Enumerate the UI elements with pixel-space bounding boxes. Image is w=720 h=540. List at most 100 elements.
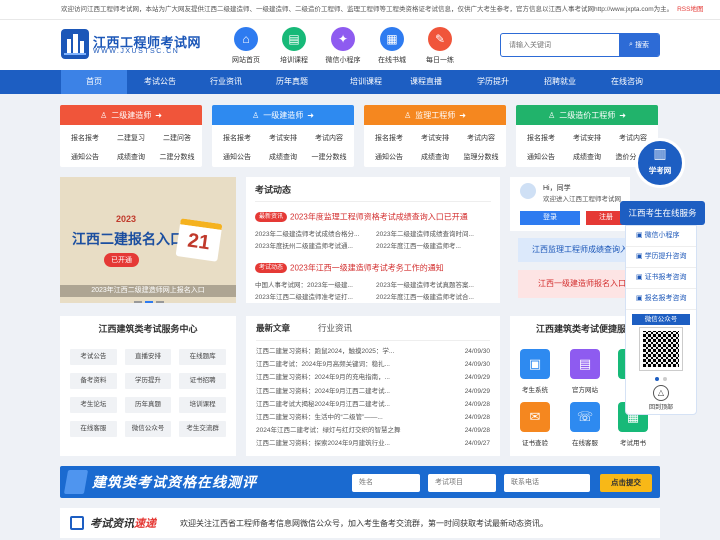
category-link[interactable]: 监理分数线 (458, 148, 504, 167)
service-item[interactable]: 在线题库 (179, 349, 226, 365)
qr-carousel-dots[interactable] (626, 375, 696, 381)
category-header[interactable]: ♙ 二级造价工程师 ➜ (516, 105, 658, 125)
arrow-right-icon: ➜ (155, 110, 162, 120)
article-row[interactable]: 江西二建考试大揭秘2024年9月江西二建考试... 24/09/28 (256, 398, 490, 411)
article-row[interactable]: 江西二建复习资料：2024年9月江西二建考试... 24/09/29 (256, 385, 490, 398)
service-item[interactable]: 在线客服 (70, 421, 117, 437)
category-link[interactable]: 二建分数线 (154, 148, 200, 167)
service-item[interactable]: 考试公告 (70, 349, 117, 365)
nav-training[interactable]: 培训课程 (333, 70, 399, 94)
login-button[interactable]: 登录 (520, 211, 580, 225)
back-to-top-button[interactable]: △ 回到顶部 (626, 385, 696, 411)
article-row[interactable]: 江西二建复习资料：跑鼠2024，触摸2025：学... 24/09/30 (256, 345, 490, 358)
quick-course[interactable]: ▤ 培训课程 (275, 27, 313, 65)
site-logo[interactable]: 江西工程师考试网 WWW.JXUSTSC.CN (61, 29, 201, 61)
category-link[interactable]: 考试安排 (260, 129, 306, 148)
promo-first-constructor-signup[interactable]: 江西一级建造师报名入口 (518, 270, 630, 298)
service-item[interactable]: 备考资料 (70, 373, 117, 389)
name-field[interactable]: 姓名 (352, 474, 420, 492)
category-link[interactable]: 报名报考 (214, 129, 260, 148)
tool-official-site[interactable]: ▤ 官方网站 (570, 349, 600, 394)
category-link[interactable]: 成绩查询 (412, 148, 458, 167)
service-item[interactable]: 直播安排 (124, 349, 172, 365)
news-link[interactable]: 2023年一级建造师考试真题答案... (376, 280, 491, 292)
category-link[interactable]: 报名报考 (366, 129, 412, 148)
tool-student-system[interactable]: ▣ 考生系统 (520, 349, 550, 394)
category-link[interactable]: 二建复习 (108, 129, 154, 148)
category-link[interactable]: 考试安排 (564, 129, 610, 148)
news-headline-row[interactable]: 考试动态 2023年江西一级建造师考试考务工作的通知 (255, 259, 491, 277)
tab-industry-news[interactable]: 行业资讯 (318, 322, 352, 334)
category-link[interactable]: 考试内容 (306, 129, 352, 148)
search-button[interactable]: ⌕ 搜索 (619, 34, 659, 56)
banner-slide[interactable]: 2023 江西二建报名入口 已开通 21 2023年江西二级建造师网上报名入口 (60, 177, 236, 303)
category-link[interactable]: 报名报考 (62, 129, 108, 148)
float-link[interactable]: ▣ 学历提升咨询 (626, 247, 696, 268)
category-link[interactable]: 通知公告 (518, 148, 564, 167)
article-row[interactable]: 江西二建复习资料：生活中的“二级管”——... 24/09/28 (256, 411, 490, 424)
quick-home[interactable]: ⌂ 网站首页 (227, 27, 265, 65)
category-link[interactable]: 成绩查询 (108, 148, 154, 167)
news-link[interactable]: 2023年二级建造师考试成绩合格分... (255, 229, 370, 241)
service-item[interactable]: 证书招聘 (179, 373, 226, 389)
news-headline[interactable]: 2023年江西一级建造师考试考务工作的通知 (290, 263, 444, 272)
category-link[interactable]: 成绩查询 (564, 148, 610, 167)
rss-link[interactable]: RSS地图 (677, 6, 703, 13)
submit-button[interactable]: 点击提交 (600, 474, 652, 492)
float-link[interactable]: ▣ 证书报考咨询 (626, 268, 696, 289)
nav-education[interactable]: 学历提升 (460, 70, 526, 94)
brand-badge[interactable]: ▥ 学考网 (635, 138, 685, 188)
nav-consult[interactable]: 在线咨询 (594, 70, 660, 94)
category-link[interactable]: 成绩查询 (260, 148, 306, 167)
category-link[interactable]: 二建问答 (154, 129, 200, 148)
float-link[interactable]: ▣ 报名报考咨询 (626, 289, 696, 310)
online-service-title[interactable]: 江西考生在线服务 (620, 201, 705, 225)
nav-jobs[interactable]: 招聘就业 (527, 70, 593, 94)
category-link[interactable]: 通知公告 (214, 148, 260, 167)
float-link[interactable]: ▣ 微信小程序 (626, 226, 696, 247)
exam-item-field[interactable]: 考试项目 (428, 474, 496, 492)
search-input[interactable] (501, 34, 619, 56)
category-link[interactable]: 一建分数线 (306, 148, 352, 167)
category-link[interactable]: 考试安排 (412, 129, 458, 148)
category-link[interactable]: 考试内容 (458, 129, 504, 148)
article-row[interactable]: 2024年江西二建考试：绿灯与红灯交织的智慧之舞 24/09/28 (256, 424, 490, 437)
news-link[interactable]: 2022年度江西一级建造师考... (376, 241, 491, 253)
banner-dots[interactable] (134, 301, 164, 303)
service-item[interactable]: 培训课程 (179, 397, 226, 413)
category-header[interactable]: ♙ 二级建造师 ➜ (60, 105, 202, 125)
tool-online-service[interactable]: ☏ 在线客服 (570, 402, 600, 447)
article-row[interactable]: 江西二建复习资料：2024年9月的充电指南，... 24/09/29 (256, 371, 490, 384)
news-link[interactable]: 中国人事考试网：2023年一级建... (255, 280, 370, 292)
category-header[interactable]: ♙ 一级建造师 ➜ (212, 105, 354, 125)
article-row[interactable]: 江西二建考试：2024年9月高频关键词：稳扎... 24/09/30 (256, 358, 490, 371)
news-link[interactable]: 2023年江西二级建造师准考证打... (255, 292, 370, 304)
service-item[interactable]: 考生交流群 (179, 421, 226, 437)
category-header[interactable]: ♙ 监理工程师 ➜ (364, 105, 506, 125)
tool-certificate-check[interactable]: ✉ 证书查验 (520, 402, 550, 447)
news-link[interactable]: 2022年度江西一级建造师考试合... (376, 292, 491, 304)
news-link[interactable]: 2023年二级建造师成绩查询时间... (376, 229, 491, 241)
nav-past-papers[interactable]: 历年真题 (259, 70, 325, 94)
nav-home[interactable]: 首页 (61, 70, 127, 94)
nav-live[interactable]: 课程直播 (393, 70, 459, 94)
tab-latest-articles[interactable]: 最新文章 (256, 322, 290, 334)
nav-industry-news[interactable]: 行业资讯 (193, 70, 259, 94)
news-headline-row[interactable]: 最新资讯 2023年度监理工程师资格考试成绩查询入口已开通 (255, 208, 491, 226)
quick-wechat-mini[interactable]: ✦ 微信小程序 (324, 27, 362, 65)
promo-supervision-score[interactable]: 江西监理工程师成绩查询入口 (518, 238, 630, 262)
news-headline[interactable]: 2023年度监理工程师资格考试成绩查询入口已开通 (290, 212, 468, 221)
quick-practice[interactable]: ✎ 每日一练 (421, 27, 459, 65)
service-item[interactable]: 学历提升 (124, 373, 172, 389)
service-item[interactable]: 微信公众号 (124, 421, 172, 437)
quick-bookstore[interactable]: ▦ 在线书城 (373, 27, 411, 65)
service-item[interactable]: 考生论坛 (70, 397, 117, 413)
article-row[interactable]: 江西二建复习资料：探索2024年9月建筑行业... 24/09/27 (256, 437, 490, 450)
nav-exam-notice[interactable]: 考试公告 (127, 70, 193, 94)
news-link[interactable]: 2023年度抚州二级建造师考试通... (255, 241, 370, 253)
category-link[interactable]: 通知公告 (366, 148, 412, 167)
service-item[interactable]: 历年真题 (124, 397, 172, 413)
phone-field[interactable]: 联系电话 (504, 474, 590, 492)
category-link[interactable]: 报名报考 (518, 129, 564, 148)
category-link[interactable]: 通知公告 (62, 148, 108, 167)
